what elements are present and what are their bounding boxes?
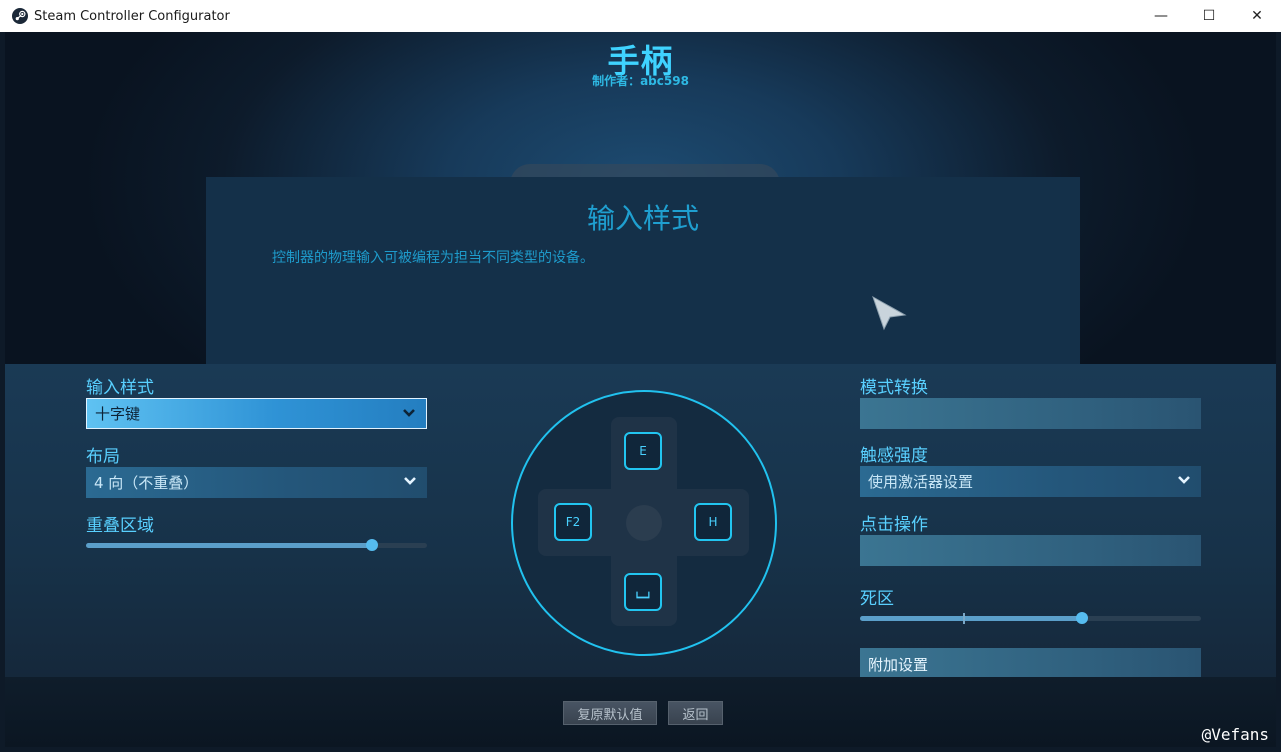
watermark: @Vefans [1201,725,1269,744]
back-button[interactable]: 返回 [668,701,723,725]
deadzone-slider-marker [963,613,965,624]
mode-switch-label: 模式转换 [860,378,928,398]
chevron-down-icon [404,477,416,485]
window: Steam Controller Configurator — ☐ ✕ 手柄 制… [0,0,1281,752]
deadzone-label: 死区 [860,589,894,609]
window-title: Steam Controller Configurator [34,8,230,24]
info-title: 输入样式 [586,202,699,235]
title-bar: Steam Controller Configurator — ☐ ✕ [0,0,1281,32]
dpad-center [626,505,662,541]
dpad-down-button[interactable]: ⌴ [624,573,662,611]
configurator-content: 手柄 制作者：abc598 输入样式 控制器的物理输入可被编程为担当不同类型的设… [5,32,1276,747]
chevron-down-icon [403,409,415,417]
click-action-label: 点击操作 [860,515,928,535]
info-description: 控制器的物理输入可被编程为担当不同类型的设备。 [272,250,594,266]
steam-logo-icon [12,8,28,24]
maximize-button[interactable]: ☐ [1185,0,1233,32]
deadzone-slider[interactable] [860,612,1201,624]
input-style-label: 输入样式 [86,378,154,398]
info-panel: 输入样式 控制器的物理输入可被编程为担当不同类型的设备。 [206,177,1080,364]
click-action-field[interactable] [860,535,1201,566]
overlap-slider[interactable] [86,539,427,551]
dpad-up-button[interactable]: E [624,432,662,470]
chevron-down-icon [1178,476,1190,484]
haptic-dropdown[interactable]: 使用激活器设置 [860,466,1201,497]
minimize-button[interactable]: — [1137,0,1185,32]
reset-defaults-button[interactable]: 复原默认值 [563,701,657,725]
layout-dropdown[interactable]: 4 向（不重叠） [86,467,427,498]
overlap-label: 重叠区域 [86,516,154,536]
layout-label: 布局 [86,447,120,467]
mouse-cursor-icon [872,295,907,331]
dpad-right-button[interactable]: H [694,503,732,541]
close-button[interactable]: ✕ [1233,0,1281,32]
input-style-value: 十字键 [95,405,141,423]
haptic-label: 触感强度 [860,446,928,466]
deadzone-slider-knob[interactable] [1075,612,1088,624]
haptic-value: 使用激活器设置 [868,473,974,491]
input-style-dropdown[interactable]: 十字键 [86,398,427,429]
overlap-slider-fill [86,543,373,548]
mode-switch-field[interactable] [860,398,1201,429]
layout-value: 4 向（不重叠） [94,474,199,492]
extra-settings-button[interactable]: 附加设置 [860,648,1201,679]
deadzone-slider-fill [860,616,1082,621]
extra-settings-label: 附加设置 [868,656,929,674]
author-label: 制作者：abc598 [592,74,689,88]
dpad-left-button[interactable]: F2 [554,503,592,541]
